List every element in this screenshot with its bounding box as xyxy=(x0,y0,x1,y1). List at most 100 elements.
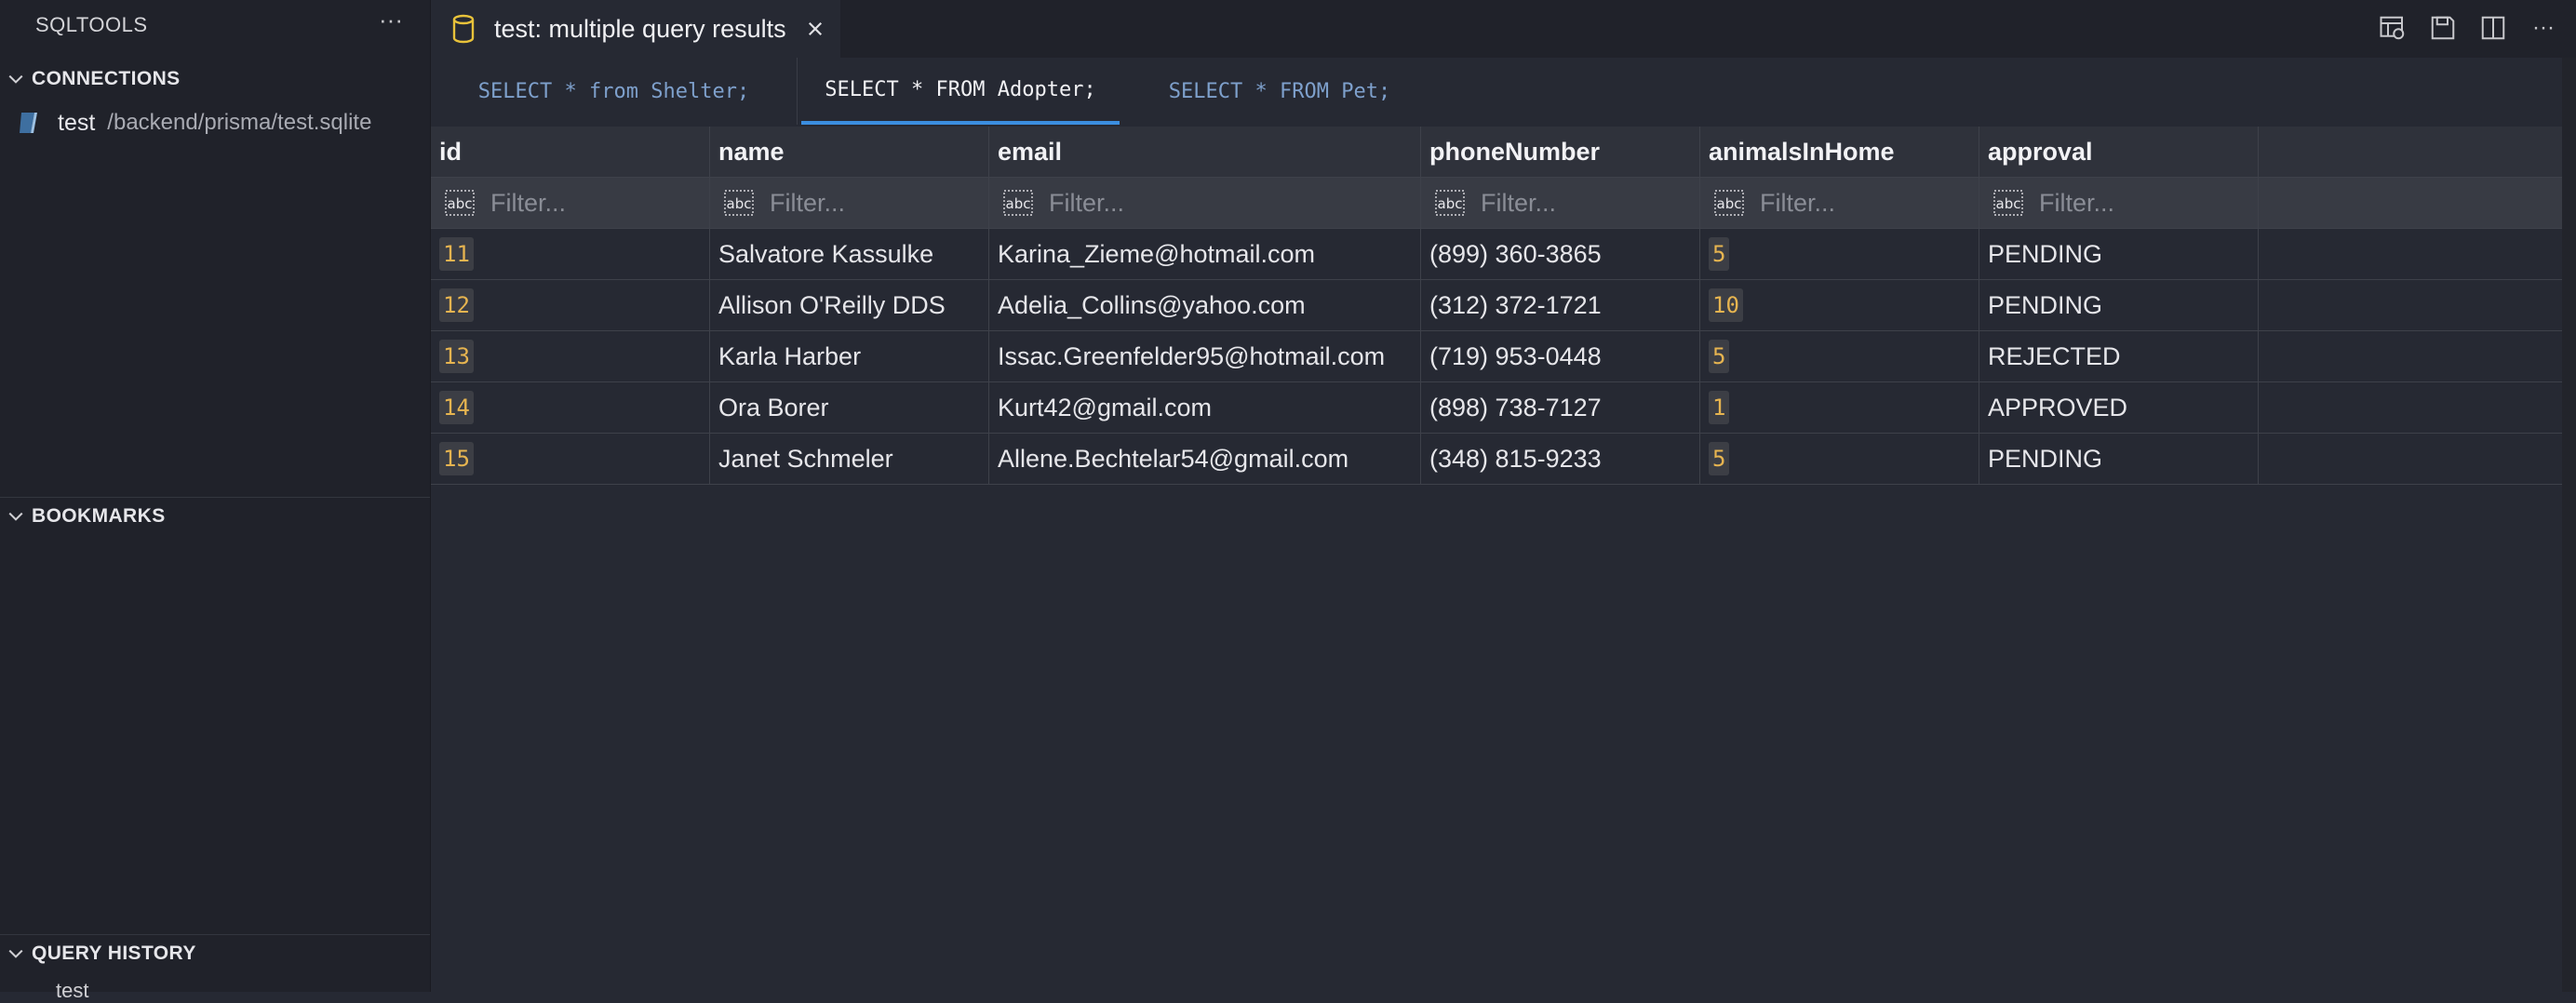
section-divider xyxy=(0,497,430,498)
cell-approval[interactable]: PENDING xyxy=(1979,434,2259,484)
sqlite-db-icon xyxy=(20,113,37,133)
cell-id[interactable]: 12 xyxy=(431,280,710,330)
filter-cell-phone-number: abc xyxy=(1421,178,1700,228)
tab-query-results[interactable]: test: multiple query results xyxy=(431,0,840,58)
close-icon[interactable] xyxy=(803,17,827,41)
cell-animals-in-home[interactable]: 10 xyxy=(1700,280,1979,330)
animals-value: 5 xyxy=(1709,237,1730,271)
filter-cell-name: abc xyxy=(710,178,989,228)
cell-approval[interactable]: REJECTED xyxy=(1979,331,2259,381)
sidebar-more-button[interactable]: ··· xyxy=(372,6,409,39)
cell-email[interactable]: Adelia_Collins@yahoo.com xyxy=(989,280,1421,330)
svg-text:abc: abc xyxy=(448,195,473,212)
database-icon xyxy=(452,14,475,44)
svg-text:abc: abc xyxy=(1717,195,1742,212)
cell-approval[interactable]: APPROVED xyxy=(1979,382,2259,433)
vertical-scrollbar[interactable] xyxy=(2562,58,2576,992)
cell-email[interactable]: Karina_Zieme@hotmail.com xyxy=(989,229,1421,279)
tab-select-pet[interactable]: SELECT * FROM Pet; xyxy=(1120,58,1440,125)
save-icon[interactable] xyxy=(2427,12,2459,44)
column-header-approval[interactable]: approval xyxy=(1979,127,2259,177)
id-value: 12 xyxy=(439,288,474,322)
tab-select-shelter[interactable]: SELECT * from Shelter; xyxy=(431,58,797,125)
cell-animals-in-home[interactable]: 5 xyxy=(1700,434,1979,484)
cell-id[interactable]: 15 xyxy=(431,434,710,484)
table-row[interactable]: 13 Karla Harber Issac.Greenfelder95@hotm… xyxy=(431,331,2562,382)
filter-input-email[interactable] xyxy=(1047,187,1218,219)
cell-empty xyxy=(2259,280,2562,330)
cell-email[interactable]: Allene.Bechtelar54@gmail.com xyxy=(989,434,1421,484)
filter-cell-animals-in-home: abc xyxy=(1700,178,1979,228)
section-bookmarks-label: BOOKMARKS xyxy=(32,505,166,527)
text-filter-icon: abc xyxy=(1003,190,1033,216)
split-editor-icon[interactable] xyxy=(2477,12,2509,44)
text-filter-icon: abc xyxy=(1993,190,2023,216)
column-header-name[interactable]: name xyxy=(710,127,989,177)
animals-value: 1 xyxy=(1709,391,1730,424)
cell-name[interactable]: Allison O'Reilly DDS xyxy=(710,280,989,330)
section-bookmarks[interactable]: BOOKMARKS xyxy=(0,499,430,534)
table-row[interactable]: 11 Salvatore Kassulke Karina_Zieme@hotma… xyxy=(431,229,2562,280)
cell-phone-number[interactable]: (348) 815-9233 xyxy=(1421,434,1700,484)
filter-cell-id: abc xyxy=(431,178,710,228)
cell-phone-number[interactable]: (899) 360-3865 xyxy=(1421,229,1700,279)
cell-approval[interactable]: PENDING xyxy=(1979,229,2259,279)
cell-empty xyxy=(2259,229,2562,279)
more-actions-icon[interactable]: ··· xyxy=(2528,12,2559,44)
cell-name[interactable]: Ora Borer xyxy=(710,382,989,433)
svg-text:abc: abc xyxy=(1006,195,1031,212)
cell-phone-number[interactable]: (312) 372-1721 xyxy=(1421,280,1700,330)
tab-select-adopter[interactable]: SELECT * FROM Adopter; xyxy=(801,58,1120,125)
filter-input-approval[interactable] xyxy=(2037,187,2208,219)
table-row[interactable]: 15 Janet Schmeler Allene.Bechtelar54@gma… xyxy=(431,434,2562,485)
text-filter-icon: abc xyxy=(1714,190,1744,216)
cell-animals-in-home[interactable]: 1 xyxy=(1700,382,1979,433)
table-header-row: id name email phoneNumber animalsInHome … xyxy=(431,127,2562,178)
animals-value: 10 xyxy=(1709,288,1743,322)
cell-animals-in-home[interactable]: 5 xyxy=(1700,229,1979,279)
table-row[interactable]: 14 Ora Borer Kurt42@gmail.com (898) 738-… xyxy=(431,382,2562,434)
id-value: 11 xyxy=(439,237,474,271)
section-query-history[interactable]: QUERY HISTORY xyxy=(0,936,430,971)
column-header-phone-number[interactable]: phoneNumber xyxy=(1421,127,1700,177)
column-header-email[interactable]: email xyxy=(989,127,1421,177)
chevron-down-icon xyxy=(0,71,32,87)
cell-name[interactable]: Karla Harber xyxy=(710,331,989,381)
id-value: 13 xyxy=(439,340,474,373)
cell-email[interactable]: Issac.Greenfelder95@hotmail.com xyxy=(989,331,1421,381)
filter-input-id[interactable] xyxy=(489,187,660,219)
connection-path: /backend/prisma/test.sqlite xyxy=(107,110,372,135)
connection-name: test xyxy=(58,109,96,136)
column-header-empty xyxy=(2259,127,2562,177)
chevron-down-icon xyxy=(0,945,32,962)
filter-input-phone-number[interactable] xyxy=(1479,187,1650,219)
id-value: 14 xyxy=(439,391,474,424)
id-value: 15 xyxy=(439,442,474,475)
cell-id[interactable]: 13 xyxy=(431,331,710,381)
cell-name[interactable]: Salvatore Kassulke xyxy=(710,229,989,279)
filter-input-name[interactable] xyxy=(768,187,939,219)
cell-id[interactable]: 14 xyxy=(431,382,710,433)
table-row[interactable]: 12 Allison O'Reilly DDS Adelia_Collins@y… xyxy=(431,280,2562,331)
cell-phone-number[interactable]: (719) 953-0448 xyxy=(1421,331,1700,381)
cell-animals-in-home[interactable]: 5 xyxy=(1700,331,1979,381)
connection-item-test[interactable]: test /backend/prisma/test.sqlite xyxy=(0,104,430,141)
cell-name[interactable]: Janet Schmeler xyxy=(710,434,989,484)
section-connections[interactable]: CONNECTIONS xyxy=(0,61,430,97)
cell-id[interactable]: 11 xyxy=(431,229,710,279)
section-query-history-label: QUERY HISTORY xyxy=(32,943,196,964)
cell-phone-number[interactable]: (898) 738-7127 xyxy=(1421,382,1700,433)
cell-empty xyxy=(2259,382,2562,433)
query-history-item[interactable]: test xyxy=(56,979,88,1003)
cell-empty xyxy=(2259,434,2562,484)
filter-input-animals-in-home[interactable] xyxy=(1758,187,1929,219)
column-header-animals-in-home[interactable]: animalsInHome xyxy=(1700,127,1979,177)
open-table-icon[interactable] xyxy=(2377,12,2408,44)
column-header-id[interactable]: id xyxy=(431,127,710,177)
tab-separator xyxy=(797,58,798,125)
text-filter-icon: abc xyxy=(724,190,754,216)
sqltools-sidebar: SQLTOOLS ··· CONNECTIONS test /backend/p… xyxy=(0,0,431,1002)
cell-approval[interactable]: PENDING xyxy=(1979,280,2259,330)
filter-cell-empty xyxy=(2259,178,2562,228)
cell-email[interactable]: Kurt42@gmail.com xyxy=(989,382,1421,433)
